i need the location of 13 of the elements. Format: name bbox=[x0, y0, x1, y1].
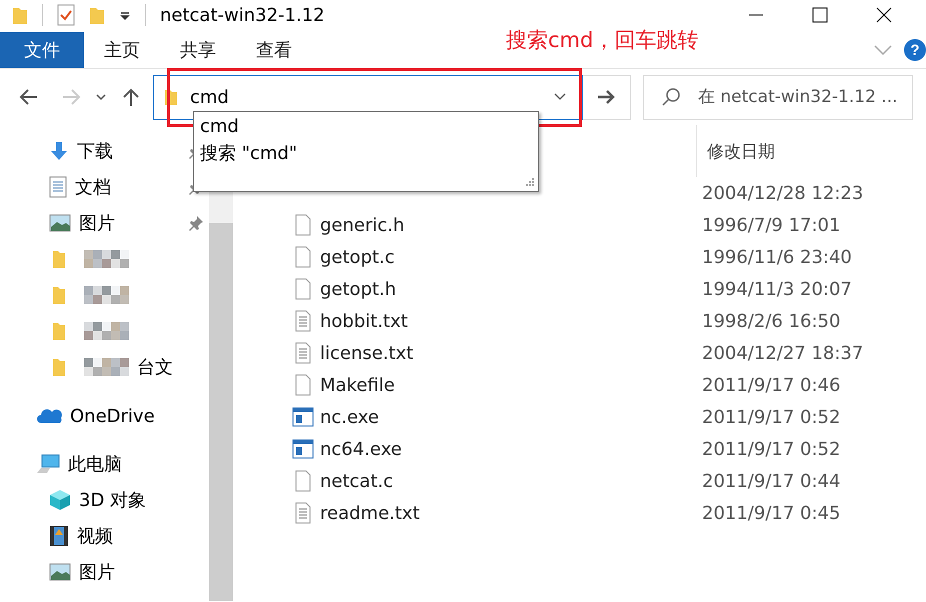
modified-date: 2011/9/17 0:44 bbox=[702, 470, 840, 492]
modified-date: 2004/12/28 12:23 bbox=[702, 182, 864, 204]
modified-date: 2011/9/17 0:52 bbox=[702, 406, 840, 428]
modified-date: 2011/9/17 0:45 bbox=[702, 502, 840, 524]
modified-date: 2011/9/17 0:46 bbox=[702, 374, 840, 396]
modified-date: 2004/12/27 18:37 bbox=[702, 342, 864, 364]
modified-date: 1994/11/3 20:07 bbox=[702, 278, 852, 300]
modified-date: 1996/7/9 17:01 bbox=[702, 214, 840, 236]
modified-date: 1998/2/6 16:50 bbox=[702, 310, 840, 332]
annotation-text: 搜索cmd，回车跳转 bbox=[506, 27, 698, 54]
modified-date: 2011/9/17 0:52 bbox=[702, 438, 840, 460]
window-title: netcat-win32-1.12 bbox=[160, 4, 325, 26]
modified-date: 1996/11/6 23:40 bbox=[702, 246, 852, 268]
